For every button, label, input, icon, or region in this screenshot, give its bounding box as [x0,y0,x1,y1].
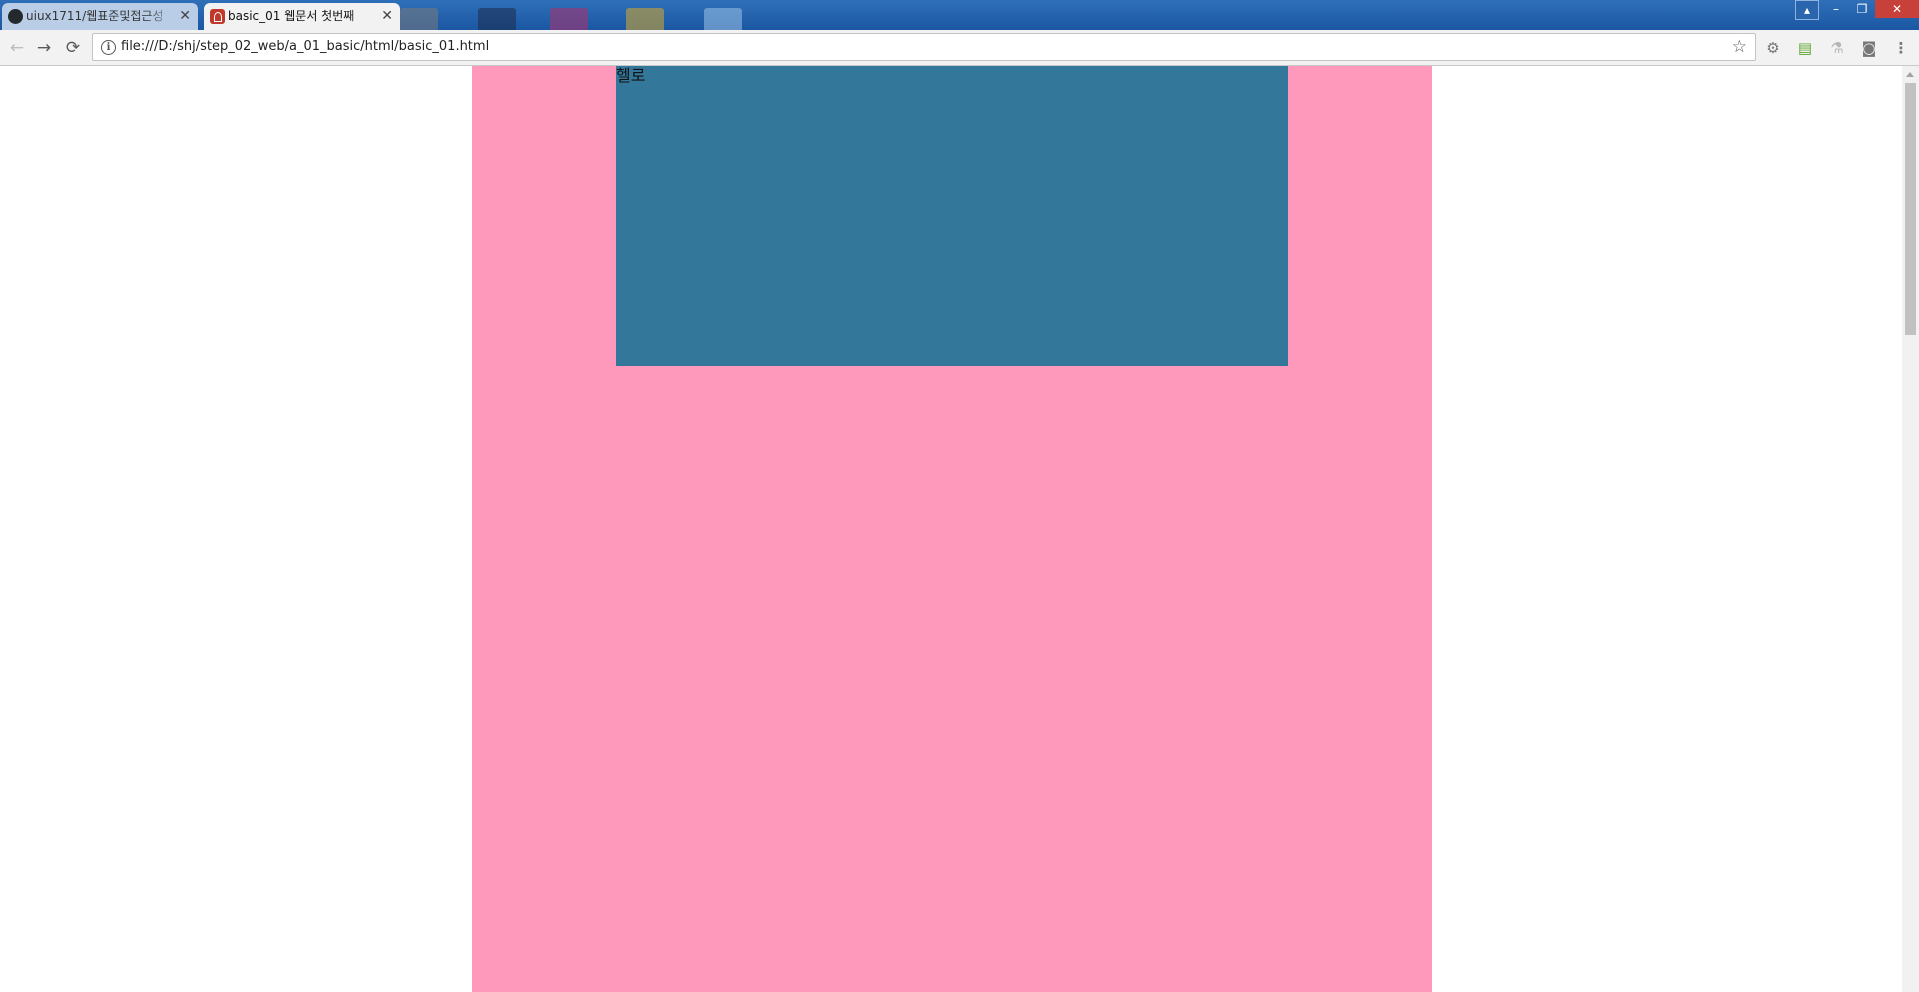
camera-icon[interactable]: ◙ [1859,38,1879,58]
address-url[interactable]: file:///D:/shj/step_02_web/a_01_basic/ht… [121,34,489,60]
taskbar-icon-2 [478,8,516,30]
menu-icon[interactable]: ⋮ [1891,38,1911,58]
user-profile-icon[interactable]: ▴ [1795,0,1819,20]
github-icon [8,9,23,24]
scrollbar-thumb[interactable] [1905,83,1916,335]
hello-text: 헬로 [616,66,646,85]
extension-icon-2[interactable]: ▤ [1795,38,1815,58]
minimize-button[interactable]: – [1823,0,1849,18]
close-window-button[interactable]: ✕ [1875,0,1919,18]
browser-toolbar: ← → ⟳ i file:///D:/shj/step_02_web/a_01_… [0,30,1919,66]
taskbar-icon-1 [400,8,438,30]
tab-title: uiux1711/웹표준및접근성 [26,9,164,23]
forward-button[interactable]: → [32,36,56,60]
restore-button[interactable]: ❐ [1849,0,1875,18]
scroll-up-arrow-icon[interactable] [1906,72,1914,77]
tab-basic-01[interactable]: basic_01 웹문서 첫번째 ✕ [204,3,400,30]
address-bar[interactable]: i file:///D:/shj/step_02_web/a_01_basic/… [92,33,1756,61]
taskbar-icon-3 [550,8,588,30]
extension-icon-1[interactable]: ⚙ [1763,38,1783,58]
taskbar-icon-4 [626,8,664,30]
tab-close-icon[interactable]: ✕ [179,3,191,30]
pdf-icon [210,9,225,24]
reload-button[interactable]: ⟳ [61,36,85,60]
tab-title: basic_01 웹문서 첫번째 [228,9,355,23]
inner-box: 헬로 [616,66,1288,366]
info-icon[interactable]: i [101,40,116,55]
extension-icon-3[interactable]: ⚗ [1827,38,1847,58]
browser-tab-strip: uiux1711/웹표준및접근성 ✕ basic_01 웹문서 첫번째 ✕ ▴ … [0,0,1919,30]
outer-box: 헬로 [472,66,1432,992]
tab-github[interactable]: uiux1711/웹표준및접근성 ✕ [2,3,198,30]
page-viewport: 헬로 [0,66,1902,992]
tab-close-icon[interactable]: ✕ [381,3,393,30]
taskbar-icon-5 [704,8,742,30]
bookmark-star-icon[interactable]: ☆ [1732,34,1747,60]
back-button[interactable]: ← [5,36,29,60]
vertical-scrollbar[interactable] [1902,66,1919,992]
